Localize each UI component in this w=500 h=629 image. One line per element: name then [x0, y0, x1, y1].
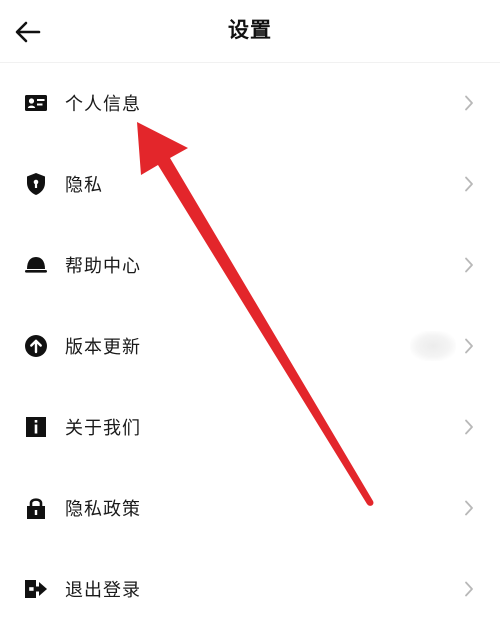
settings-menu: 个人信息 隐私 帮助中心 版本更新 关于我们 隐私政策 退出登录	[0, 62, 500, 629]
menu-item-label: 隐私政策	[65, 498, 141, 520]
menu-item-privacy[interactable]: 隐私	[0, 143, 500, 224]
chevron-right-icon	[462, 255, 476, 275]
bell-icon	[24, 253, 48, 277]
chevron-right-icon	[462, 336, 476, 356]
menu-item-label: 退出登录	[65, 579, 141, 601]
chevron-right-icon	[462, 498, 476, 518]
menu-item-version-update[interactable]: 版本更新	[0, 305, 500, 386]
version-value-redacted	[410, 330, 456, 361]
menu-item-label: 关于我们	[65, 417, 141, 439]
chevron-right-icon	[462, 417, 476, 437]
info-icon	[24, 415, 48, 439]
page-title: 设置	[228, 18, 272, 42]
chevron-right-icon	[462, 579, 476, 599]
menu-item-personal-info[interactable]: 个人信息	[0, 62, 500, 143]
lock-icon	[24, 496, 48, 520]
shield-icon	[24, 172, 48, 196]
logout-icon	[24, 577, 48, 601]
chevron-right-icon	[462, 174, 476, 194]
chevron-right-icon	[462, 93, 476, 113]
menu-item-label: 版本更新	[65, 336, 141, 358]
top-bar: 设置	[0, 0, 500, 63]
arrow-up-circle-icon	[24, 334, 48, 358]
menu-item-help-center[interactable]: 帮助中心	[0, 224, 500, 305]
menu-item-logout[interactable]: 退出登录	[0, 548, 500, 629]
id-card-icon	[24, 91, 48, 115]
menu-item-privacy-policy[interactable]: 隐私政策	[0, 467, 500, 548]
menu-item-label: 隐私	[65, 174, 103, 196]
menu-item-label: 帮助中心	[65, 255, 141, 277]
menu-item-about-us[interactable]: 关于我们	[0, 386, 500, 467]
menu-item-label: 个人信息	[65, 93, 141, 115]
